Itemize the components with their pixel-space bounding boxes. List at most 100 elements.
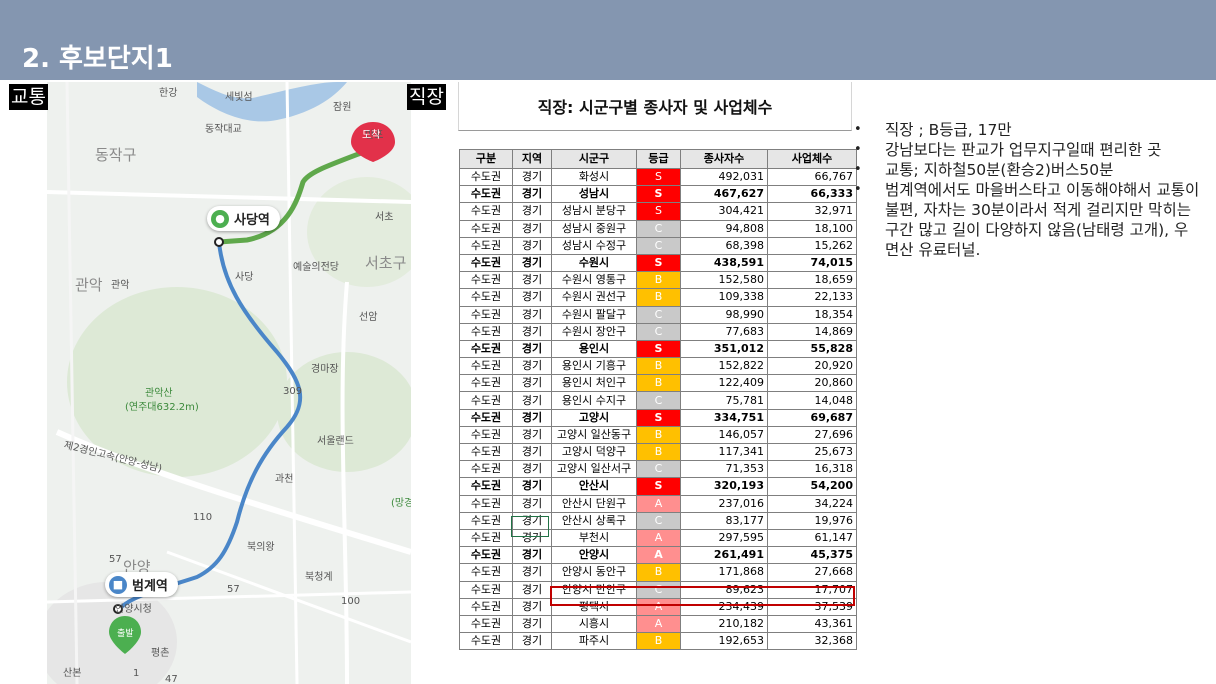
cell-grade: C [636, 219, 681, 238]
cell-biz: 25,673 [767, 442, 857, 462]
cell-city: 파주시 [551, 632, 637, 651]
cell-grade: S [636, 253, 681, 273]
subway-icon: ● [211, 209, 229, 228]
cell-biz: 19,976 [767, 511, 857, 530]
station-sadang[interactable]: ● 사당역 [207, 206, 280, 231]
cell-region: 수도권 [459, 442, 513, 462]
cell-biz: 27,696 [767, 425, 857, 445]
cell-workers: 237,016 [680, 494, 768, 513]
cell-region: 수도권 [459, 597, 513, 616]
map-label-hangang: 한강 [159, 88, 178, 99]
cell-workers: 122,409 [680, 374, 768, 393]
cell-biz: 34,224 [767, 494, 857, 513]
cell-area: 경기 [512, 374, 552, 393]
cell-city: 용인시 수지구 [551, 391, 637, 410]
map-label-route47: 47 [165, 674, 178, 684]
cell-city: 수원시 [551, 253, 637, 273]
cell-region: 수도권 [459, 546, 513, 565]
header-workers: 종사자수 [680, 149, 768, 169]
cell-area: 경기 [512, 357, 552, 376]
table-row: 수도권 경기 안양시 A 261,491 45,375 [459, 546, 857, 565]
cell-area: 경기 [512, 253, 552, 273]
cell-region: 수도권 [459, 494, 513, 513]
cell-area: 경기 [512, 322, 552, 341]
notes-list: 직장 ; B등급, 17만 강남보다는 판교가 업무지구일때 편리한 곳 교통;… [854, 120, 1202, 260]
note-item: 강남보다는 판교가 업무지구일때 편리한 곳 [854, 140, 1202, 160]
map-label-jamwon: 잠원 [333, 102, 352, 113]
map-label-dongjakgu: 동작구 [95, 146, 137, 164]
map-label-bukcheonggye: 북청계 [305, 572, 333, 583]
map-label-sebitseom: 세빛섬 [225, 92, 253, 103]
cell-grade: S [636, 202, 681, 221]
table-row: 수도권 경기 파주시 B 192,653 32,368 [459, 632, 857, 651]
cell-workers: 117,341 [680, 442, 768, 462]
cell-city: 수원시 장안구 [551, 322, 637, 341]
cell-city: 안산시 [551, 477, 637, 496]
cell-area: 경기 [512, 271, 552, 290]
table-header-row: 구분 지역 시군구 등급 종사자수 사업체수 [459, 149, 857, 169]
cell-city: 부천시 [551, 528, 637, 548]
table-title: 직장: 시군구별 종사자 및 사업체수 [537, 98, 773, 117]
table-row: 수도권 경기 성남시 수정구 C 68,398 15,262 [459, 236, 857, 255]
cell-area: 경기 [512, 614, 552, 634]
cell-city: 성남시 수정구 [551, 236, 637, 255]
cell-region: 수도권 [459, 202, 513, 221]
cell-workers: 94,808 [680, 219, 768, 238]
cell-region: 수도권 [459, 528, 513, 548]
cell-area: 경기 [512, 288, 552, 307]
cell-city: 고양시 일산동구 [551, 425, 637, 445]
cell-grade: A [636, 494, 681, 513]
cell-grade: B [636, 357, 681, 376]
cell-grade: B [636, 632, 681, 651]
cell-city: 수원시 권선구 [551, 288, 637, 307]
map-label-gwacheon: 과천 [275, 474, 294, 485]
cell-area: 경기 [512, 339, 552, 359]
cell-grade: S [636, 185, 681, 204]
table-row: 수도권 경기 고양시 덕양구 B 117,341 25,673 [459, 442, 857, 462]
table-row: 수도권 경기 수원시 권선구 B 109,338 22,133 [459, 288, 857, 307]
selected-cell[interactable] [511, 516, 549, 537]
cell-grade: C [636, 391, 681, 410]
slide-title: 2. 후보단지1 [22, 44, 173, 74]
map-label-route110: 110 [193, 512, 213, 523]
cell-region: 수도권 [459, 477, 513, 496]
cell-city: 성남시 [551, 185, 637, 204]
cell-city: 용인시 기흥구 [551, 357, 637, 376]
table-row: 수도권 경기 고양시 일산동구 B 146,057 27,696 [459, 425, 857, 445]
cell-workers: 152,580 [680, 271, 768, 290]
cell-area: 경기 [512, 391, 552, 410]
map-label-seoul-arts: 예술의전당 [293, 262, 339, 273]
cell-workers: 334,751 [680, 408, 768, 427]
cell-region: 수도권 [459, 614, 513, 634]
cell-region: 수도권 [459, 391, 513, 410]
cell-biz: 32,368 [767, 632, 857, 651]
map-label-route309: 309 [283, 386, 303, 397]
map-label-dongjakdaegyo: 동작대교 [205, 124, 242, 135]
station-beomgye-label: 범계역 [132, 579, 168, 594]
station-beomgye[interactable]: ■ 범계역 [105, 572, 178, 597]
cell-area: 경기 [512, 632, 552, 651]
cell-area: 경기 [512, 185, 552, 204]
table-row: 수도권 경기 수원시 장안구 C 77,683 14,869 [459, 322, 857, 341]
cell-grade: S [636, 477, 681, 496]
cell-grade: B [636, 288, 681, 307]
cell-biz: 66,767 [767, 167, 857, 187]
cell-workers: 492,031 [680, 167, 768, 187]
cell-city: 수원시 영통구 [551, 271, 637, 290]
table-row: 수도권 경기 수원시 영통구 B 152,580 18,659 [459, 271, 857, 290]
cell-city: 안양시 [551, 546, 637, 565]
cell-region: 수도권 [459, 632, 513, 651]
cell-area: 경기 [512, 597, 552, 616]
cell-workers: 98,990 [680, 305, 768, 324]
cell-area: 경기 [512, 305, 552, 324]
table-row: 수도권 경기 안양시 동안구 B 171,868 27,668 [459, 563, 857, 582]
cell-area: 경기 [512, 167, 552, 187]
cell-region: 수도권 [459, 253, 513, 273]
cell-region: 수도권 [459, 185, 513, 204]
cell-area: 경기 [512, 494, 552, 513]
cell-grade: C [636, 322, 681, 341]
cell-workers: 171,868 [680, 563, 768, 582]
cell-grade: S [636, 167, 681, 187]
cell-grade: A [636, 614, 681, 634]
route-map[interactable]: 한강 세빛섬 잠원 동작대교 동작구 반포 서초 예술의전당 서초구 관악 관악… [47, 82, 411, 684]
